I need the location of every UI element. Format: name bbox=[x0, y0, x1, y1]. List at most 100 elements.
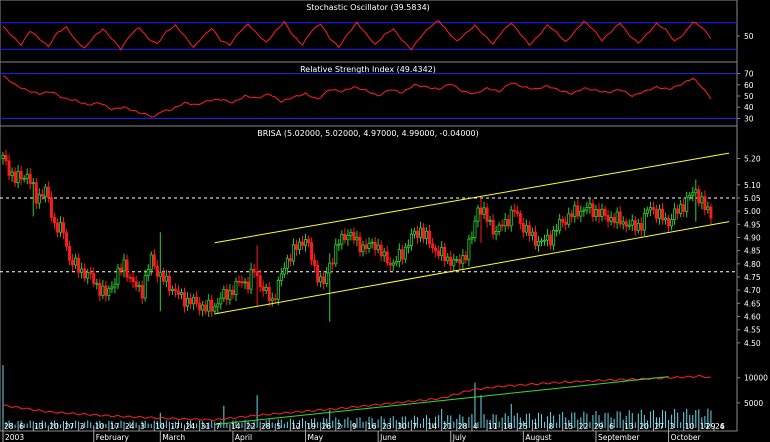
x-day-label: 6 bbox=[19, 422, 24, 431]
y-tick-label: 60 bbox=[744, 81, 754, 90]
candle-121 bbox=[367, 237, 371, 253]
candle-90 bbox=[273, 293, 277, 303]
price-tick-label: 4.95 bbox=[744, 220, 761, 229]
candle-213 bbox=[645, 206, 649, 218]
x-day-label: 1 bbox=[533, 422, 538, 431]
candle-211 bbox=[639, 217, 643, 237]
x-day-label: 3 bbox=[80, 422, 85, 431]
candle-30 bbox=[92, 267, 96, 287]
candle-16 bbox=[49, 191, 53, 222]
candle-129 bbox=[391, 259, 395, 271]
candle-102 bbox=[310, 237, 314, 266]
candle-202 bbox=[612, 213, 616, 228]
candle-229 bbox=[694, 179, 698, 222]
candle-77 bbox=[234, 277, 238, 301]
x-day-label: 24 bbox=[125, 422, 135, 431]
candle-93 bbox=[282, 262, 286, 278]
x-day-label: 21 bbox=[443, 422, 453, 431]
x-day-label: 8 bbox=[549, 422, 554, 431]
candle-144 bbox=[437, 245, 441, 260]
candle-62 bbox=[189, 293, 193, 309]
candle-198 bbox=[600, 203, 604, 222]
candle-117 bbox=[355, 230, 359, 247]
candle-19 bbox=[58, 216, 62, 237]
candle-178 bbox=[540, 237, 544, 247]
candle-24 bbox=[74, 253, 78, 270]
x-day-label: 13 bbox=[624, 422, 634, 431]
candle-91 bbox=[276, 276, 280, 306]
candle-162 bbox=[491, 214, 495, 240]
candle-110 bbox=[334, 238, 338, 268]
candle-44 bbox=[134, 275, 138, 291]
price-tick-label: 4.65 bbox=[744, 299, 761, 308]
x-axis: 28 6 13 20 27 3 10 17 24 3 10 17 24 31 7 14 22 28 5 12 19 26 2… bbox=[0, 422, 737, 442]
candle-104 bbox=[316, 260, 320, 286]
candle-135 bbox=[409, 228, 413, 251]
channel-upper-line bbox=[214, 152, 730, 244]
candle-123 bbox=[373, 236, 377, 256]
candle-147 bbox=[446, 252, 450, 265]
candle-204 bbox=[618, 205, 622, 228]
candle-7 bbox=[22, 175, 26, 183]
candle-40 bbox=[122, 253, 126, 278]
candle-33 bbox=[101, 279, 105, 300]
candle-224 bbox=[679, 199, 683, 218]
x-day-label: 28 bbox=[458, 422, 468, 431]
x-day-label: 27 bbox=[65, 422, 75, 431]
x-day-label: 22 bbox=[579, 422, 589, 431]
candle-35 bbox=[107, 285, 111, 301]
x-day-label: 3 bbox=[670, 422, 675, 431]
candle-107 bbox=[325, 266, 329, 287]
candle-21 bbox=[65, 229, 69, 251]
price-panel: BRISA (5.02000, 5.02000, 4.97000, 4.9900… bbox=[0, 125, 761, 432]
candle-159 bbox=[482, 201, 486, 220]
candle-43 bbox=[131, 271, 135, 288]
candle-188 bbox=[570, 209, 574, 223]
candle-1 bbox=[4, 149, 8, 166]
candle-131 bbox=[397, 243, 401, 268]
candle-42 bbox=[128, 273, 132, 283]
candle-180 bbox=[546, 228, 550, 247]
x-day-label: 30 bbox=[397, 422, 407, 431]
candle-142 bbox=[431, 237, 435, 254]
candle-10 bbox=[31, 178, 35, 217]
candle-156 bbox=[473, 215, 477, 242]
candle-187 bbox=[567, 207, 571, 228]
x-day-label: 6 bbox=[720, 422, 725, 431]
x-month-label: June bbox=[379, 433, 397, 442]
candle-25 bbox=[77, 253, 81, 278]
candle-105 bbox=[319, 272, 323, 288]
x-day-label: 10 bbox=[95, 422, 105, 431]
candle-114 bbox=[346, 229, 350, 246]
candle-60 bbox=[183, 287, 187, 313]
price-candles bbox=[1, 149, 713, 322]
x-day-label: 28 bbox=[4, 422, 14, 431]
candle-153 bbox=[464, 250, 468, 264]
x-day-label: 10 bbox=[685, 422, 695, 431]
x-day-label: 22 bbox=[246, 422, 256, 431]
candle-171 bbox=[518, 210, 522, 230]
candle-151 bbox=[458, 254, 462, 270]
candle-98 bbox=[297, 238, 301, 255]
price-tick-label: 4.75 bbox=[744, 273, 761, 282]
candle-191 bbox=[579, 205, 583, 223]
candle-126 bbox=[382, 247, 386, 262]
candle-59 bbox=[179, 288, 183, 300]
candle-189 bbox=[573, 201, 577, 223]
candle-174 bbox=[527, 220, 531, 242]
candle-155 bbox=[470, 231, 474, 245]
candle-225 bbox=[682, 198, 686, 218]
candle-80 bbox=[243, 277, 247, 290]
x-day-label: 11 bbox=[488, 422, 498, 431]
candle-181 bbox=[549, 230, 553, 250]
candle-61 bbox=[186, 292, 190, 311]
x-month-label: February bbox=[96, 433, 130, 442]
x-day-label: 29 bbox=[594, 422, 604, 431]
candle-218 bbox=[661, 202, 665, 225]
candle-128 bbox=[388, 257, 392, 271]
candle-106 bbox=[322, 270, 326, 290]
candle-81 bbox=[246, 276, 250, 294]
candle-48 bbox=[146, 264, 150, 282]
candle-160 bbox=[485, 203, 489, 228]
price-tick-label: 4.90 bbox=[744, 233, 761, 242]
